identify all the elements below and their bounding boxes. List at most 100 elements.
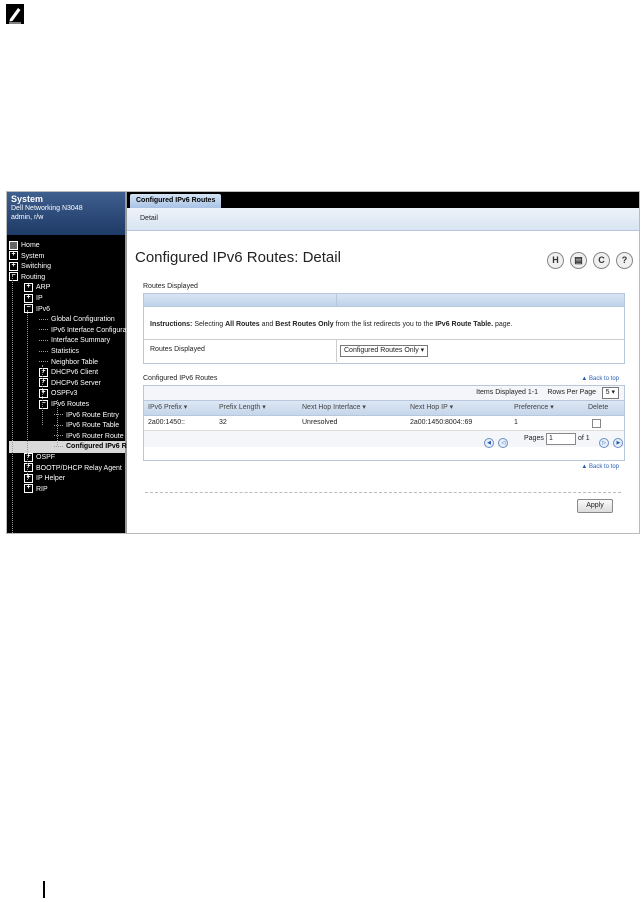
table-header-row: IPv6 Prefix ▾ Prefix Length ▾ Next Hop I…	[144, 400, 624, 416]
sidebar-item-label: DHCPv6 Client	[51, 369, 99, 377]
routes-displayed-box: Instructions: Selecting All Routes and B…	[143, 293, 625, 364]
tab-configured-ipv6-routes[interactable]: Configured IPv6 Routes	[130, 194, 222, 208]
sidebar-item-label: IPv6 Route Table	[66, 422, 120, 430]
sidebar-item-label: IP	[36, 295, 43, 302]
routes-displayed-title: Routes Displayed	[143, 283, 198, 290]
expand-icon: +	[39, 389, 48, 399]
cell-next-hop-interface: Unresolved	[302, 419, 338, 426]
tree-line	[27, 310, 28, 480]
help-icon[interactable]: ?	[616, 252, 633, 269]
sidebar-item-label: OSPF	[36, 454, 56, 461]
routes-displayed-header-row	[144, 294, 624, 307]
sidebar-item-rip[interactable]: + RIP	[24, 484, 48, 496]
page-input[interactable]: 1	[546, 433, 576, 445]
cell-ipv6-prefix: 2a00:1450::	[148, 419, 185, 426]
sidebar-item-label: IPv6 Interface Configuration	[51, 326, 138, 334]
tree-connector-icon	[39, 340, 48, 342]
tree-connector-icon	[54, 424, 63, 426]
sidebar-item-label: ARP	[36, 284, 51, 292]
routes-displayed-row: Routes Displayed Configured Routes Only …	[144, 340, 624, 362]
toolbar: H ▤ C?	[541, 250, 633, 269]
col-prefix-length[interactable]: Prefix Length ▾	[219, 401, 266, 415]
back-to-top-link[interactable]: ▲ Back to top	[581, 376, 619, 382]
cell-preference: 1	[514, 419, 518, 426]
help-text-icon[interactable]: H	[547, 252, 564, 269]
user-info: admin, r/w	[11, 214, 44, 221]
expand-icon: +	[39, 378, 48, 388]
last-page-icon[interactable]: ▶	[613, 437, 624, 448]
routes-displayed-label: Routes Displayed	[150, 346, 205, 353]
expand-icon: +	[24, 463, 33, 473]
main-panel: Configured IPv6 Routes Detail Configured…	[127, 192, 639, 533]
expand-icon: +	[24, 452, 33, 462]
sidebar-item-label: IPv6	[36, 305, 51, 313]
sidebar-item-label: Interface Summary	[51, 337, 111, 345]
cell-prefix-length: 32	[219, 419, 227, 426]
screenshot-frame: System Dell Networking N3048 admin, r/w …	[6, 191, 640, 534]
col-preference[interactable]: Preference ▾	[514, 401, 554, 415]
tree-connector-icon	[39, 361, 48, 363]
sidebar-item-label: IPv6 Route Entry	[66, 411, 119, 419]
tree-connector-icon	[39, 350, 48, 352]
sidebar-item-label: Statistics	[51, 348, 80, 355]
sidebar-item-label: IP Helper	[36, 475, 66, 483]
first-page-icon[interactable]: ◀	[484, 437, 494, 448]
rows-per-page-label: Rows Per Page	[547, 389, 596, 396]
instructions-text: Instructions: Selecting All Routes and B…	[144, 319, 624, 340]
refresh-icon[interactable]: C	[593, 252, 610, 269]
sidebar-item-label: System	[21, 252, 45, 260]
col-next-hop-interface[interactable]: Next Hop Interface ▾	[302, 401, 366, 415]
sidebar-item-label: Global Configuration	[51, 316, 115, 324]
tree-connector-icon	[39, 329, 48, 331]
collapse-icon: −	[24, 304, 33, 314]
sidebar-item-label: OSPFv3	[51, 390, 78, 398]
pages-label: Pages	[524, 435, 544, 442]
note-icon	[6, 4, 24, 24]
routes-table: Items Displayed 1-1 Rows Per Page 5 ▾ IP…	[143, 385, 625, 461]
sidebar-header: System Dell Networking N3048 admin, r/w	[7, 192, 125, 235]
apply-button[interactable]: Apply	[577, 499, 613, 513]
table-pager-bottom: ◀ ◁ Pages 1 of 1 ▷ ▶	[144, 431, 624, 448]
sidebar-item-label: Switching	[21, 263, 51, 271]
tree-connector-icon	[54, 414, 63, 416]
expand-icon: +	[24, 484, 33, 494]
table-row: 2a00:1450:: 32 Unresolved 2a00:1450:8004…	[144, 416, 624, 431]
tree-connector-icon	[39, 318, 48, 320]
expand-icon: +	[24, 293, 33, 303]
cell-next-hop-ip: 2a00:1450:8004::69	[410, 419, 473, 426]
rows-per-page-select[interactable]: 5 ▾	[601, 387, 619, 399]
col-next-hop-ip[interactable]: Next Hop IP ▾	[410, 401, 453, 415]
expand-icon: +	[39, 367, 48, 377]
device-name: Dell Networking N3048	[11, 205, 83, 212]
page-title: Configured IPv6 Routes: Detail	[135, 249, 341, 266]
subtab-bar: Detail	[127, 208, 639, 231]
sidebar-item-label: DHCPv6 Server	[51, 379, 101, 387]
col-delete: Delete	[588, 404, 609, 411]
tab-bar: Configured IPv6 Routes	[127, 192, 639, 208]
tree-line	[57, 400, 58, 445]
delete-checkbox[interactable]	[592, 419, 601, 428]
route-table-link[interactable]: IPv6 Route Table.	[435, 321, 493, 328]
collapse-icon: −	[9, 272, 18, 282]
sidebar-item-label: Routing	[21, 273, 46, 281]
table-pager-top: Items Displayed 1-1 Rows Per Page 5 ▾	[144, 386, 624, 400]
prev-page-icon[interactable]: ◁	[498, 437, 509, 448]
routes-displayed-select[interactable]: Configured Routes Only ▾	[340, 345, 429, 357]
divider	[145, 492, 621, 493]
margin-bar	[43, 881, 45, 898]
collapse-icon: −	[39, 399, 48, 409]
expand-icon: +	[9, 251, 18, 261]
expand-icon: +	[9, 261, 18, 271]
sidebar-item-label: Home	[21, 242, 40, 249]
sidebar-item-label: RIP	[36, 485, 48, 493]
back-to-top-link-bottom[interactable]: ▲ Back to top	[581, 464, 619, 470]
home-icon	[9, 240, 18, 250]
sidebar: System Dell Networking N3048 admin, r/w …	[7, 192, 145, 533]
subtab-detail[interactable]: Detail	[140, 215, 158, 222]
col-ipv6-prefix[interactable]: IPv6 Prefix ▾	[148, 401, 187, 415]
tree-line	[12, 275, 13, 533]
tree-connector-icon	[54, 435, 63, 437]
tree-line	[42, 365, 43, 425]
print-icon[interactable]: ▤	[570, 252, 587, 269]
next-page-icon[interactable]: ▷	[599, 437, 609, 448]
